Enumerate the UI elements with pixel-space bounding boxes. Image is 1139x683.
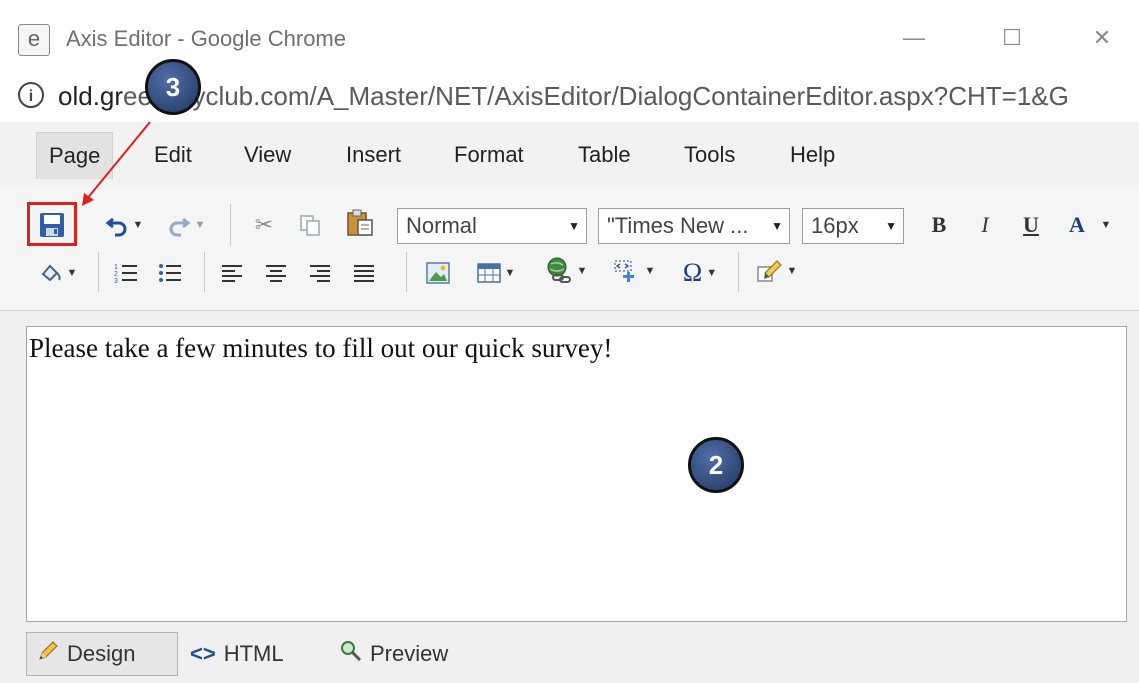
browser-window: e Axis Editor - Google Chrome — ☐ ✕ i ol… — [0, 0, 1139, 683]
callout-badge-editor: 2 — [688, 437, 744, 493]
callout-badge-save: 3 — [145, 59, 201, 115]
